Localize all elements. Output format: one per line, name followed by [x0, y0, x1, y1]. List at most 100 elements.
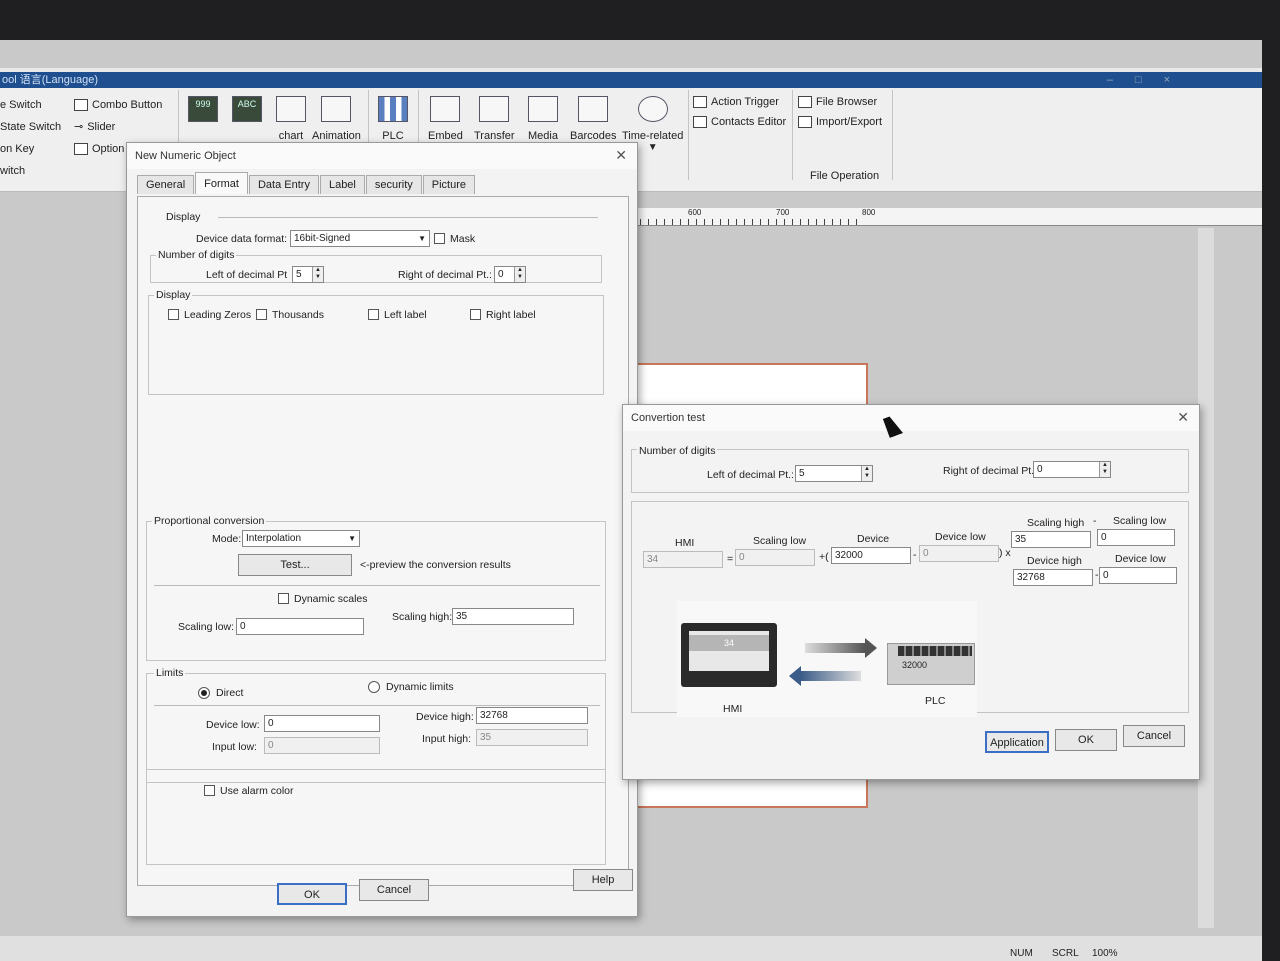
tab-format[interactable]: Format	[195, 172, 248, 194]
contacts-editor-label: Contacts Editor	[711, 116, 787, 128]
tab-data-entry[interactable]: Data Entry	[248, 175, 319, 194]
scaling-low-label: Scaling low	[753, 535, 807, 547]
ribbon-item-state-switch[interactable]: State Switch	[0, 116, 61, 138]
right-decimal-value: 0	[1037, 464, 1043, 475]
tool-time-related-label: Time-related	[622, 130, 684, 142]
ok-button[interactable]: OK	[277, 883, 347, 905]
tab-general[interactable]: General	[137, 175, 195, 194]
right-decimal-stepper[interactable]: 0 ▲ ▼	[494, 266, 526, 283]
scaling-low-input-2[interactable]: 0	[1097, 529, 1175, 546]
device-low-input[interactable]: 0	[919, 545, 999, 562]
left-label-checkbox[interactable]	[368, 309, 379, 320]
left-decimal-label: Left of decimal Pt	[206, 269, 288, 281]
left-decimal-value: 5	[296, 269, 302, 280]
left-decimal-stepper[interactable]: 5 ▲ ▼	[795, 465, 873, 482]
chart-icon	[276, 96, 306, 122]
status-zoom[interactable]: 100%	[1092, 948, 1118, 959]
embed-icon	[430, 96, 461, 122]
plc-caption: PLC	[925, 695, 946, 707]
mode-select[interactable]: Interpolation ▼	[242, 530, 360, 547]
divider	[218, 217, 598, 218]
limits-label: Limits	[154, 667, 186, 679]
device-low-input[interactable]: 0	[264, 715, 380, 732]
plus-paren: +(	[819, 551, 829, 563]
timer-icon	[637, 96, 668, 122]
tool-numeric[interactable]: 999	[188, 96, 218, 130]
left-decimal-value: 5	[799, 468, 805, 479]
scaling-high-input[interactable]: 35	[1011, 531, 1091, 548]
input-low-input[interactable]: 0	[264, 737, 380, 754]
right-decimal-stepper[interactable]: 0 ▲ ▼	[1033, 461, 1111, 478]
test-button[interactable]: Test...	[238, 554, 352, 576]
tool-animation-label: Animation	[312, 130, 361, 142]
ruler-mark: 800	[862, 208, 876, 217]
device-low-input-2[interactable]: 0	[1099, 567, 1177, 584]
mask-checkbox[interactable]	[434, 233, 445, 244]
input-high-input[interactable]: 35	[476, 729, 588, 746]
alarm-group	[146, 769, 606, 865]
device-high-label: Device high	[1027, 555, 1082, 567]
left-decimal-label: Left of decimal Pt.:	[707, 469, 794, 481]
text-abc-icon: ABC	[232, 96, 262, 122]
right-label-checkbox[interactable]	[470, 309, 481, 320]
tab-label[interactable]: Label	[319, 175, 365, 194]
device-high-input[interactable]: 32768	[1013, 569, 1093, 586]
tool-chart[interactable]: chart	[276, 96, 306, 142]
file-browser-label: File Browser	[816, 96, 878, 108]
ok-button[interactable]: OK	[1055, 729, 1117, 751]
tab-security[interactable]: security	[365, 175, 422, 194]
import-export-label: Import/Export	[816, 116, 883, 128]
device-high-input[interactable]: 32768	[476, 707, 588, 724]
scaling-low-input[interactable]: 0	[735, 549, 815, 566]
ribbon-item-contacts-editor[interactable]: Contacts Editor	[693, 112, 786, 132]
minus-sign: -	[1093, 515, 1097, 527]
tool-barcodes[interactable]: Barcodes	[570, 96, 616, 142]
dynamic-limits-radio[interactable]	[368, 681, 380, 693]
scaling-high-input[interactable]: 35	[452, 608, 574, 625]
tool-transfer[interactable]: Transfer	[474, 96, 515, 142]
vertical-scrollbar[interactable]	[1198, 228, 1214, 928]
thousands-checkbox[interactable]	[256, 309, 267, 320]
ribbon-item-file-browser[interactable]: File Browser	[798, 92, 882, 112]
window-controls[interactable]: –□×	[1107, 72, 1192, 88]
direct-radio[interactable]	[198, 687, 210, 699]
use-alarm-color-checkbox[interactable]	[204, 785, 215, 796]
left-decimal-stepper[interactable]: 5 ▲ ▼	[292, 266, 324, 283]
scaling-low-input[interactable]: 0	[236, 618, 364, 635]
cancel-button[interactable]: Cancel	[359, 879, 429, 901]
ribbon-item-import-export[interactable]: Import/Export	[798, 112, 882, 132]
close-icon[interactable]: ✕	[1177, 409, 1189, 426]
spinner-icon[interactable]: ▲ ▼	[861, 466, 872, 481]
ribbon-item-slider[interactable]: ⊸ Slider	[74, 116, 162, 138]
spinner-icon[interactable]: ▲ ▼	[312, 267, 323, 282]
cancel-button[interactable]: Cancel	[1123, 725, 1185, 747]
leading-zeros-checkbox[interactable]	[168, 309, 179, 320]
ribbon-item-key[interactable]: on Key	[0, 138, 61, 160]
tool-text[interactable]: ABC	[232, 96, 262, 130]
ribbon-item-witch[interactable]: witch	[0, 160, 61, 182]
input-high-label: Input high:	[422, 733, 472, 745]
ribbon-item-combo-button[interactable]: Combo Button	[74, 94, 162, 116]
ribbon-item-switch[interactable]: e Switch	[0, 94, 61, 116]
right-decimal-label: Right of decimal Pt.:	[943, 465, 1037, 477]
device-value-input[interactable]: 32000	[831, 547, 911, 564]
ribbon-item-action-trigger[interactable]: Action Trigger	[693, 92, 786, 112]
ruler-ticks	[632, 219, 862, 225]
spinner-icon[interactable]: ▲ ▼	[514, 267, 525, 282]
tool-plc[interactable]: PLC	[378, 96, 408, 142]
device-data-format-label: Device data format:	[196, 233, 288, 245]
device-data-format-select[interactable]: 16bit-Signed ▼	[290, 230, 430, 247]
close-icon[interactable]: ✕	[615, 147, 627, 164]
tool-media[interactable]: Media	[528, 96, 558, 142]
tab-picture[interactable]: Picture	[422, 175, 476, 194]
tool-embed[interactable]: Embed	[428, 96, 463, 142]
help-button[interactable]: Help	[573, 869, 633, 891]
left-label-label: Left label	[384, 309, 427, 321]
ruler-mark: 700	[776, 208, 790, 217]
tool-chart-label: chart	[278, 130, 304, 142]
dynamic-scales-checkbox[interactable]	[278, 593, 289, 604]
tool-animation[interactable]: Animation	[312, 96, 361, 142]
spinner-icon[interactable]: ▲ ▼	[1099, 462, 1110, 477]
application-button[interactable]: Application	[985, 731, 1049, 753]
hmi-value-input[interactable]: 34	[643, 551, 723, 568]
